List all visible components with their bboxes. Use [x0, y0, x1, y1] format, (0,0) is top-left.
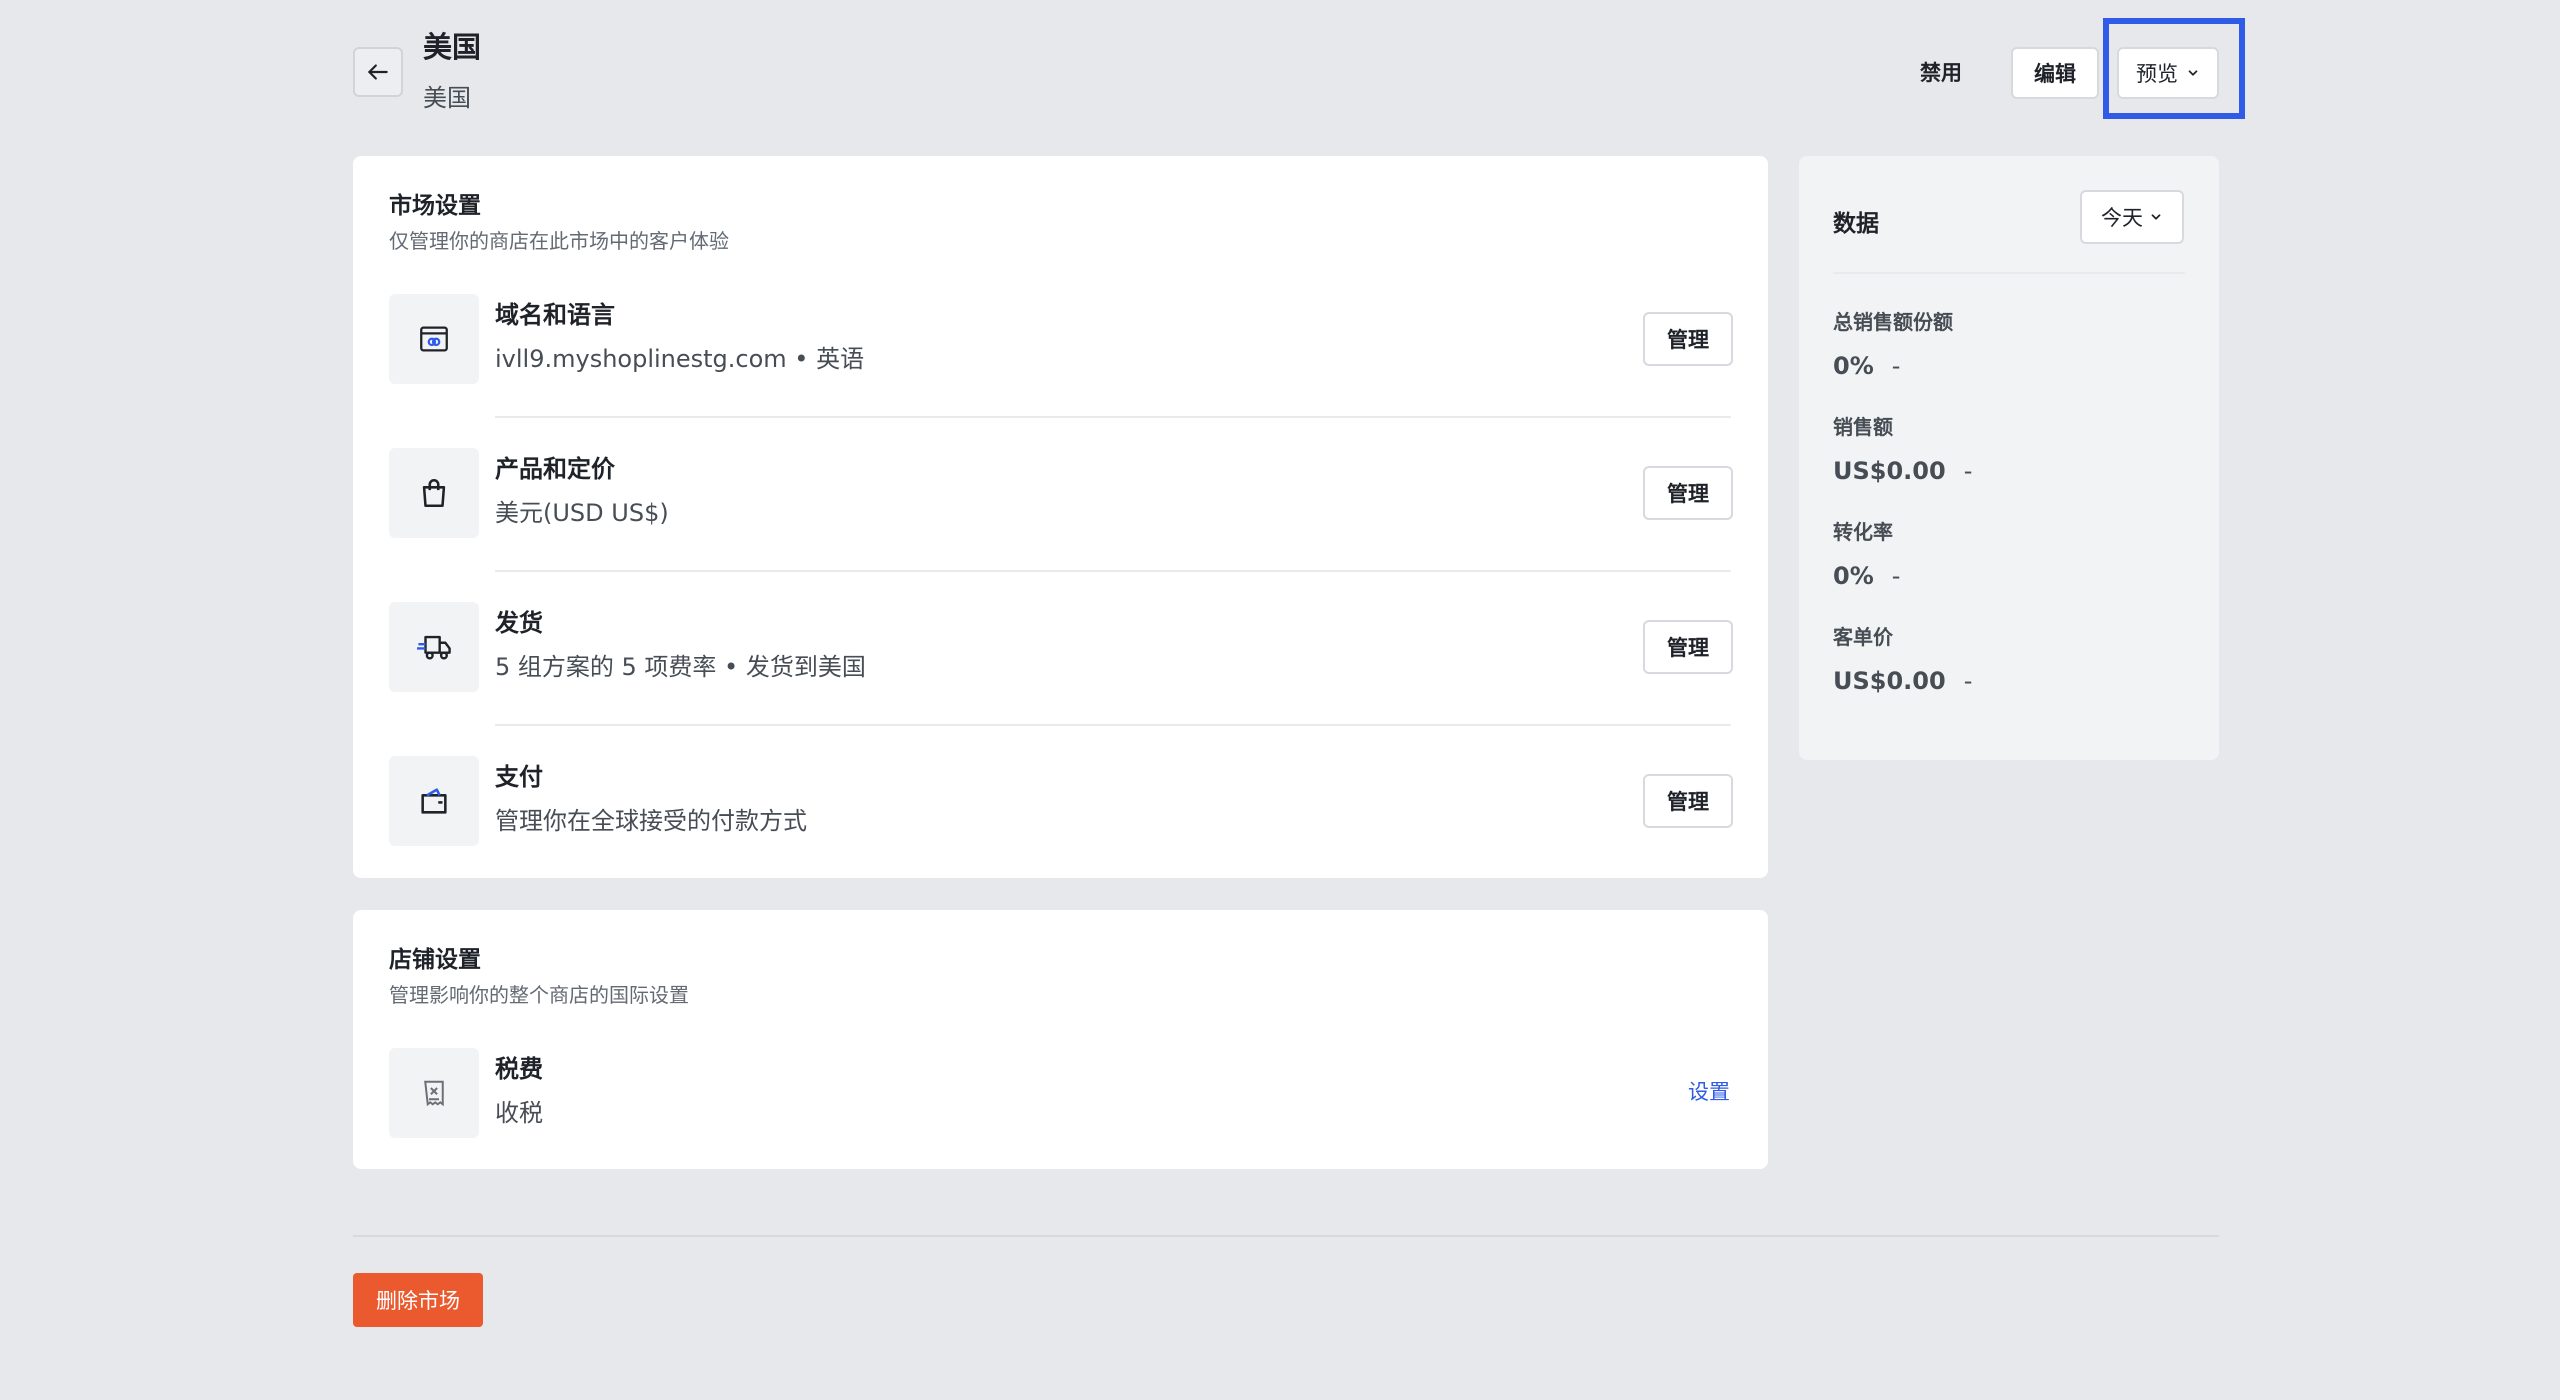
arrow-left-icon	[368, 64, 388, 80]
domain-icon	[420, 326, 448, 352]
manage-button[interactable]: 管理	[1643, 466, 1733, 520]
divider	[1833, 272, 2185, 274]
delete-market-button[interactable]: 删除市场	[353, 1273, 483, 1327]
chevron-down-icon	[2151, 214, 2161, 220]
page-subtitle: 美国	[423, 84, 471, 112]
row-title: 支付	[495, 763, 543, 791]
footer-divider	[353, 1235, 2219, 1237]
metric-value: US$0.00-	[1833, 457, 1972, 485]
disable-button[interactable]: 禁用	[1908, 52, 1974, 94]
metric-value: 0% -	[1833, 562, 1900, 590]
date-range-label: 今天	[2101, 206, 2143, 230]
store-settings-description: 管理影响你的整个商店的国际设置	[389, 983, 689, 1007]
metric-value-text: 0%	[1833, 352, 1874, 380]
manage-button-label: 管理	[1667, 790, 1709, 814]
manage-button-label: 管理	[1667, 636, 1709, 660]
manage-button[interactable]: 管理	[1643, 312, 1733, 366]
manage-button-label: 管理	[1667, 328, 1709, 352]
date-range-dropdown[interactable]: 今天	[2080, 190, 2184, 244]
delivery-truck-icon-box	[389, 602, 479, 692]
page-title: 美国	[423, 30, 482, 64]
metric-change: -	[1963, 457, 1973, 485]
row-description: 收税	[495, 1099, 543, 1127]
wallet-icon	[421, 788, 447, 814]
delivery-truck-icon	[417, 635, 451, 660]
manage-button[interactable]: 管理	[1643, 774, 1733, 828]
row-description: ivll9.myshoplinestg.com • 英语	[495, 345, 865, 373]
row-title: 域名和语言	[495, 301, 615, 329]
data-panel-title: 数据	[1833, 211, 1879, 237]
metric-value-text: US$0.00	[1833, 667, 1946, 695]
back-button[interactable]	[353, 47, 403, 97]
row-title: 税费	[495, 1055, 543, 1083]
market-settings-description: 仅管理你的商店在此市场中的客户体验	[389, 229, 729, 253]
metric-label: 总销售额份额	[1833, 310, 1953, 334]
highlight-box	[2103, 18, 2245, 119]
row-description: 管理你在全球接受的付款方式	[495, 807, 807, 835]
edit-button[interactable]: 编辑	[2011, 47, 2099, 99]
manage-button[interactable]: 管理	[1643, 620, 1733, 674]
metric-label: 客单价	[1833, 625, 1893, 649]
row-description: 5 组方案的 5 项费率 • 发货到美国	[495, 653, 866, 681]
store-settings-card: 店铺设置 管理影响你的整个商店的国际设置 税费 收税 设置	[353, 910, 1768, 1169]
divider	[495, 416, 1731, 418]
market-settings-title: 市场设置	[389, 193, 481, 219]
tax-icon-box	[389, 1048, 479, 1138]
metric-change: -	[1891, 352, 1901, 380]
tax-settings-link[interactable]: 设置	[1688, 1076, 1730, 1106]
metric-value: US$0.00-	[1833, 667, 1972, 695]
metric-change: -	[1891, 562, 1901, 590]
metric-label: 销售额	[1833, 415, 1893, 439]
row-description: 美元(USD US$)	[495, 499, 669, 527]
data-panel: 数据 今天 总销售额份额 0% - 销售额 US$0.00- 转化率 0% - 客单…	[1799, 156, 2219, 760]
row-title: 发货	[495, 609, 543, 637]
row-title: 产品和定价	[495, 455, 615, 483]
shopping-bag-icon	[422, 478, 446, 508]
wallet-icon-box	[389, 756, 479, 846]
metric-change: -	[1963, 667, 1973, 695]
edit-button-label: 编辑	[2034, 62, 2076, 86]
market-settings-card: 市场设置 仅管理你的商店在此市场中的客户体验 域名和语言 ivll9.mysho…	[353, 156, 1768, 878]
divider	[495, 570, 1731, 572]
divider	[495, 724, 1731, 726]
tax-receipt-icon	[424, 1080, 444, 1107]
metric-label: 转化率	[1833, 520, 1893, 544]
store-settings-title: 店铺设置	[389, 947, 481, 973]
metric-value-text: 0%	[1833, 562, 1874, 590]
metric-value: 0% -	[1833, 352, 1900, 380]
metric-value-text: US$0.00	[1833, 457, 1946, 485]
shopping-bag-icon-box	[389, 448, 479, 538]
domain-icon-box	[389, 294, 479, 384]
manage-button-label: 管理	[1667, 482, 1709, 506]
